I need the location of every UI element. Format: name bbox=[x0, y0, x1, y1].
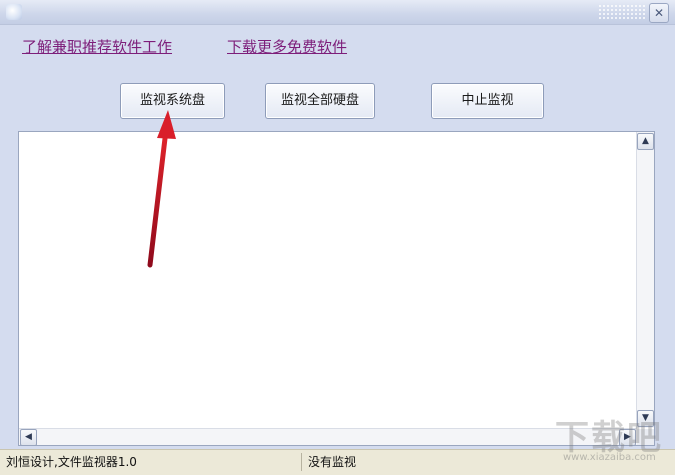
vertical-scrollbar[interactable]: ▲ ▼ bbox=[636, 132, 654, 428]
link-download-more-software[interactable]: 下载更多免费软件 bbox=[227, 36, 347, 57]
status-state: 没有监视 bbox=[308, 455, 357, 469]
app-icon bbox=[6, 4, 22, 20]
watermark-url: www.xiazaiba.com bbox=[563, 452, 656, 463]
title-bar: ✕ bbox=[0, 0, 675, 25]
monitor-all-disks-button[interactable]: 监视全部硬盘 bbox=[265, 83, 375, 119]
scroll-left-icon[interactable]: ◀ bbox=[20, 429, 37, 446]
stop-monitor-button[interactable]: 中止监视 bbox=[431, 83, 544, 119]
link-part-time-jobs[interactable]: 了解兼职推荐软件工作 bbox=[22, 36, 172, 57]
close-icon[interactable]: ✕ bbox=[649, 3, 669, 23]
monitor-system-disk-button[interactable]: 监视系统盘 bbox=[120, 83, 225, 119]
monitor-output-area[interactable]: ▲ ▼ ◀ ▶ bbox=[18, 131, 655, 446]
title-decoration bbox=[598, 4, 646, 20]
horizontal-scrollbar[interactable]: ◀ ▶ bbox=[19, 428, 637, 446]
scroll-up-icon[interactable]: ▲ bbox=[637, 133, 654, 150]
status-author: 刘恒设计,文件监视器1.0 bbox=[2, 453, 302, 471]
